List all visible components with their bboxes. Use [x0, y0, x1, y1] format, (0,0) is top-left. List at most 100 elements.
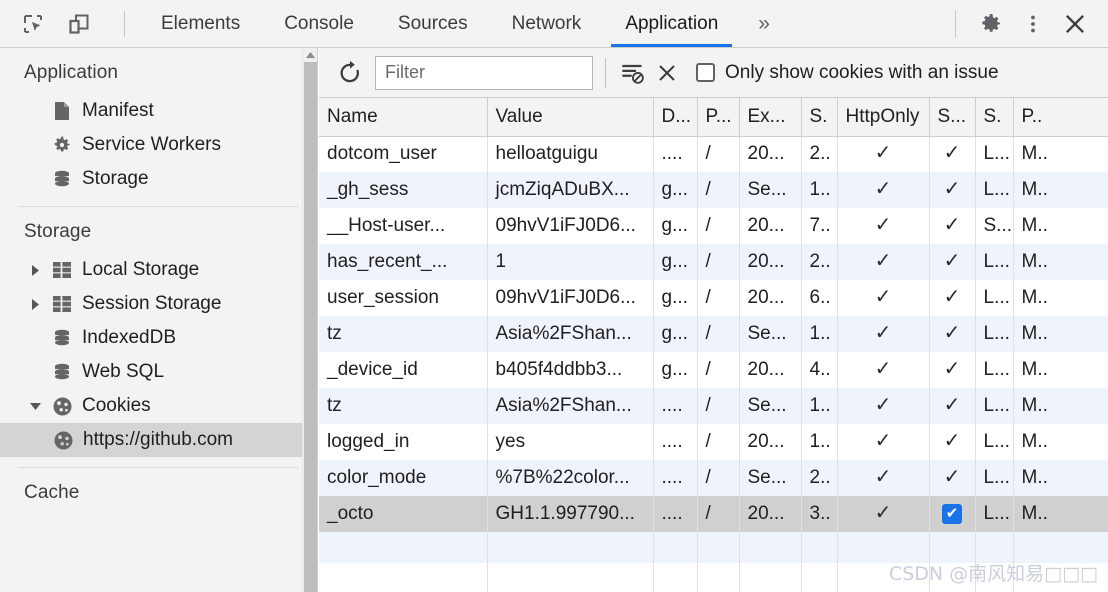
more-options-icon[interactable]	[1014, 5, 1052, 43]
cell-samesite[interactable]: S...	[975, 208, 1014, 244]
cell-name[interactable]: __Host-user...	[319, 208, 488, 244]
cell-path[interactable]: /	[697, 316, 740, 352]
only-show-issues-checkbox[interactable]	[696, 63, 715, 82]
cell-priority[interactable]: M..	[1013, 172, 1108, 208]
cell-size[interactable]: 3..	[801, 496, 838, 532]
cell-name[interactable]: _gh_sess	[319, 172, 488, 208]
cell-name[interactable]: user_session	[319, 280, 488, 316]
table-row[interactable]: has_recent_... 1 g.../20... 2.. ✓ ✓ L... M..	[319, 244, 1108, 280]
cell-secure[interactable]: ✓	[929, 244, 976, 280]
cell-name[interactable]: _device_id	[319, 352, 488, 388]
sidebar-scrollbar-thumb[interactable]	[304, 62, 317, 592]
sidebar-item-storage[interactable]: Storage	[0, 162, 317, 196]
cell-value[interactable]: helloatguigu	[487, 136, 654, 172]
cell-secure[interactable]: ✓	[929, 208, 976, 244]
cell-expires[interactable]: 20...	[739, 244, 802, 280]
cell-secure[interactable]: ✓	[929, 388, 976, 424]
cell-value[interactable]: 09hvV1iFJ0D6...	[487, 280, 654, 316]
cell-value[interactable]: Asia%2FShan...	[487, 388, 654, 424]
cell-size[interactable]: 2..	[801, 136, 838, 172]
cell-size[interactable]: 1..	[801, 316, 838, 352]
column-header-secure[interactable]: S...	[929, 98, 976, 137]
cell-expires[interactable]: 20...	[739, 208, 802, 244]
cell-path[interactable]: /	[697, 244, 740, 280]
cell-priority[interactable]: M..	[1013, 352, 1108, 388]
column-header-size[interactable]: S.	[801, 98, 838, 137]
cell-path[interactable]: /	[697, 136, 740, 172]
cell-size[interactable]: 1..	[801, 424, 838, 460]
cell-domain[interactable]: ....	[653, 460, 698, 496]
cell-secure[interactable]: ✓	[929, 460, 976, 496]
cell-samesite[interactable]: L...	[975, 460, 1014, 496]
cell-samesite[interactable]: L...	[975, 280, 1014, 316]
column-header-value[interactable]: Value	[487, 98, 654, 137]
cell-domain[interactable]: g...	[653, 244, 698, 280]
sidebar-scrollbar[interactable]	[302, 48, 317, 592]
cell-httponly[interactable]: ✓	[837, 388, 930, 424]
device-toolbar-icon[interactable]	[64, 9, 94, 39]
cell-size[interactable]: 7..	[801, 208, 838, 244]
cell-value[interactable]: 1	[487, 244, 654, 280]
table-row[interactable]: __Host-user... 09hvV1iFJ0D6... g.../20... 7…	[319, 208, 1108, 244]
cell-path[interactable]: /	[697, 352, 740, 388]
cell-priority[interactable]: M..	[1013, 424, 1108, 460]
tab-application[interactable]: Application	[603, 0, 740, 47]
cell-domain[interactable]: ....	[653, 424, 698, 460]
cell-priority[interactable]: M..	[1013, 388, 1108, 424]
cell-size[interactable]: 6..	[801, 280, 838, 316]
cell-priority[interactable]: M..	[1013, 460, 1108, 496]
cell-value[interactable]: jcmZiqADuBX...	[487, 172, 654, 208]
cell-priority[interactable]: M..	[1013, 316, 1108, 352]
cell-path[interactable]: /	[697, 424, 740, 460]
cell-domain[interactable]: ....	[653, 496, 698, 532]
sidebar-item-cookie-origin-github[interactable]: https://github.com	[0, 423, 317, 457]
cell-name[interactable]: color_mode	[319, 460, 488, 496]
table-row[interactable]: dotcom_user helloatguigu..../20... 2.. ✓ ✓ L.…	[319, 136, 1108, 172]
cell-size[interactable]: 4..	[801, 352, 838, 388]
cell-path[interactable]: /	[697, 280, 740, 316]
cell-expires[interactable]: 20...	[739, 136, 802, 172]
close-icon[interactable]	[1056, 5, 1094, 43]
cell-expires[interactable]: Se...	[739, 172, 802, 208]
tab-sources[interactable]: Sources	[376, 0, 490, 47]
cell-priority[interactable]: M..	[1013, 208, 1108, 244]
tab-console[interactable]: Console	[262, 0, 376, 47]
cell-expires[interactable]: Se...	[739, 388, 802, 424]
table-row[interactable]: tz Asia%2FShan....... / Se... 1.. ✓ ✓ L... M..	[319, 388, 1108, 424]
settings-gear-icon[interactable]	[972, 5, 1010, 43]
column-header-path[interactable]: P...	[697, 98, 740, 137]
cell-path[interactable]: /	[697, 388, 740, 424]
cell-samesite[interactable]: L...	[975, 388, 1014, 424]
table-row[interactable]: _gh_sess jcmZiqADuBX... g... / Se... 1.. ✓ ✓ L..…	[319, 172, 1108, 208]
cell-name[interactable]: tz	[319, 388, 488, 424]
cell-expires[interactable]: Se...	[739, 460, 802, 496]
table-row[interactable]: color_mode %7B%22color....... / Se... 2.. ✓ ✓ L…	[319, 460, 1108, 496]
cell-domain[interactable]: g...	[653, 280, 698, 316]
cell-httponly[interactable]: ✓	[837, 316, 930, 352]
clear-filtered-cookies-icon[interactable]	[616, 56, 650, 90]
cell-domain[interactable]: g...	[653, 172, 698, 208]
chevron-right-icon[interactable]	[28, 298, 42, 310]
cell-domain[interactable]: ....	[653, 388, 698, 424]
table-row[interactable]: tz Asia%2FShan... g... / Se... 1.. ✓ ✓ L... M..	[319, 316, 1108, 352]
cell-samesite[interactable]: L...	[975, 496, 1014, 532]
cell-name[interactable]: logged_in	[319, 424, 488, 460]
column-header-domain[interactable]: D...	[653, 98, 698, 137]
column-header-expires[interactable]: Ex...	[739, 98, 802, 137]
cell-httponly[interactable]: ✓	[837, 460, 930, 496]
cell-httponly[interactable]: ✓	[837, 280, 930, 316]
cell-path[interactable]: /	[697, 208, 740, 244]
refresh-icon[interactable]	[333, 56, 367, 90]
cell-size[interactable]: 1..	[801, 172, 838, 208]
tab-elements[interactable]: Elements	[139, 0, 262, 47]
cell-secure[interactable]: ✓	[929, 136, 976, 172]
cell-size[interactable]: 2..	[801, 244, 838, 280]
cell-httponly[interactable]: ✓	[837, 208, 930, 244]
cell-priority[interactable]: M..	[1013, 280, 1108, 316]
cell-samesite[interactable]: L...	[975, 352, 1014, 388]
cell-value[interactable]: b405f4ddbb3...	[487, 352, 654, 388]
cell-value[interactable]: 09hvV1iFJ0D6...	[487, 208, 654, 244]
cell-name[interactable]: tz	[319, 316, 488, 352]
sidebar-item-service-workers[interactable]: Service Workers	[0, 128, 317, 162]
cell-samesite[interactable]: L...	[975, 316, 1014, 352]
